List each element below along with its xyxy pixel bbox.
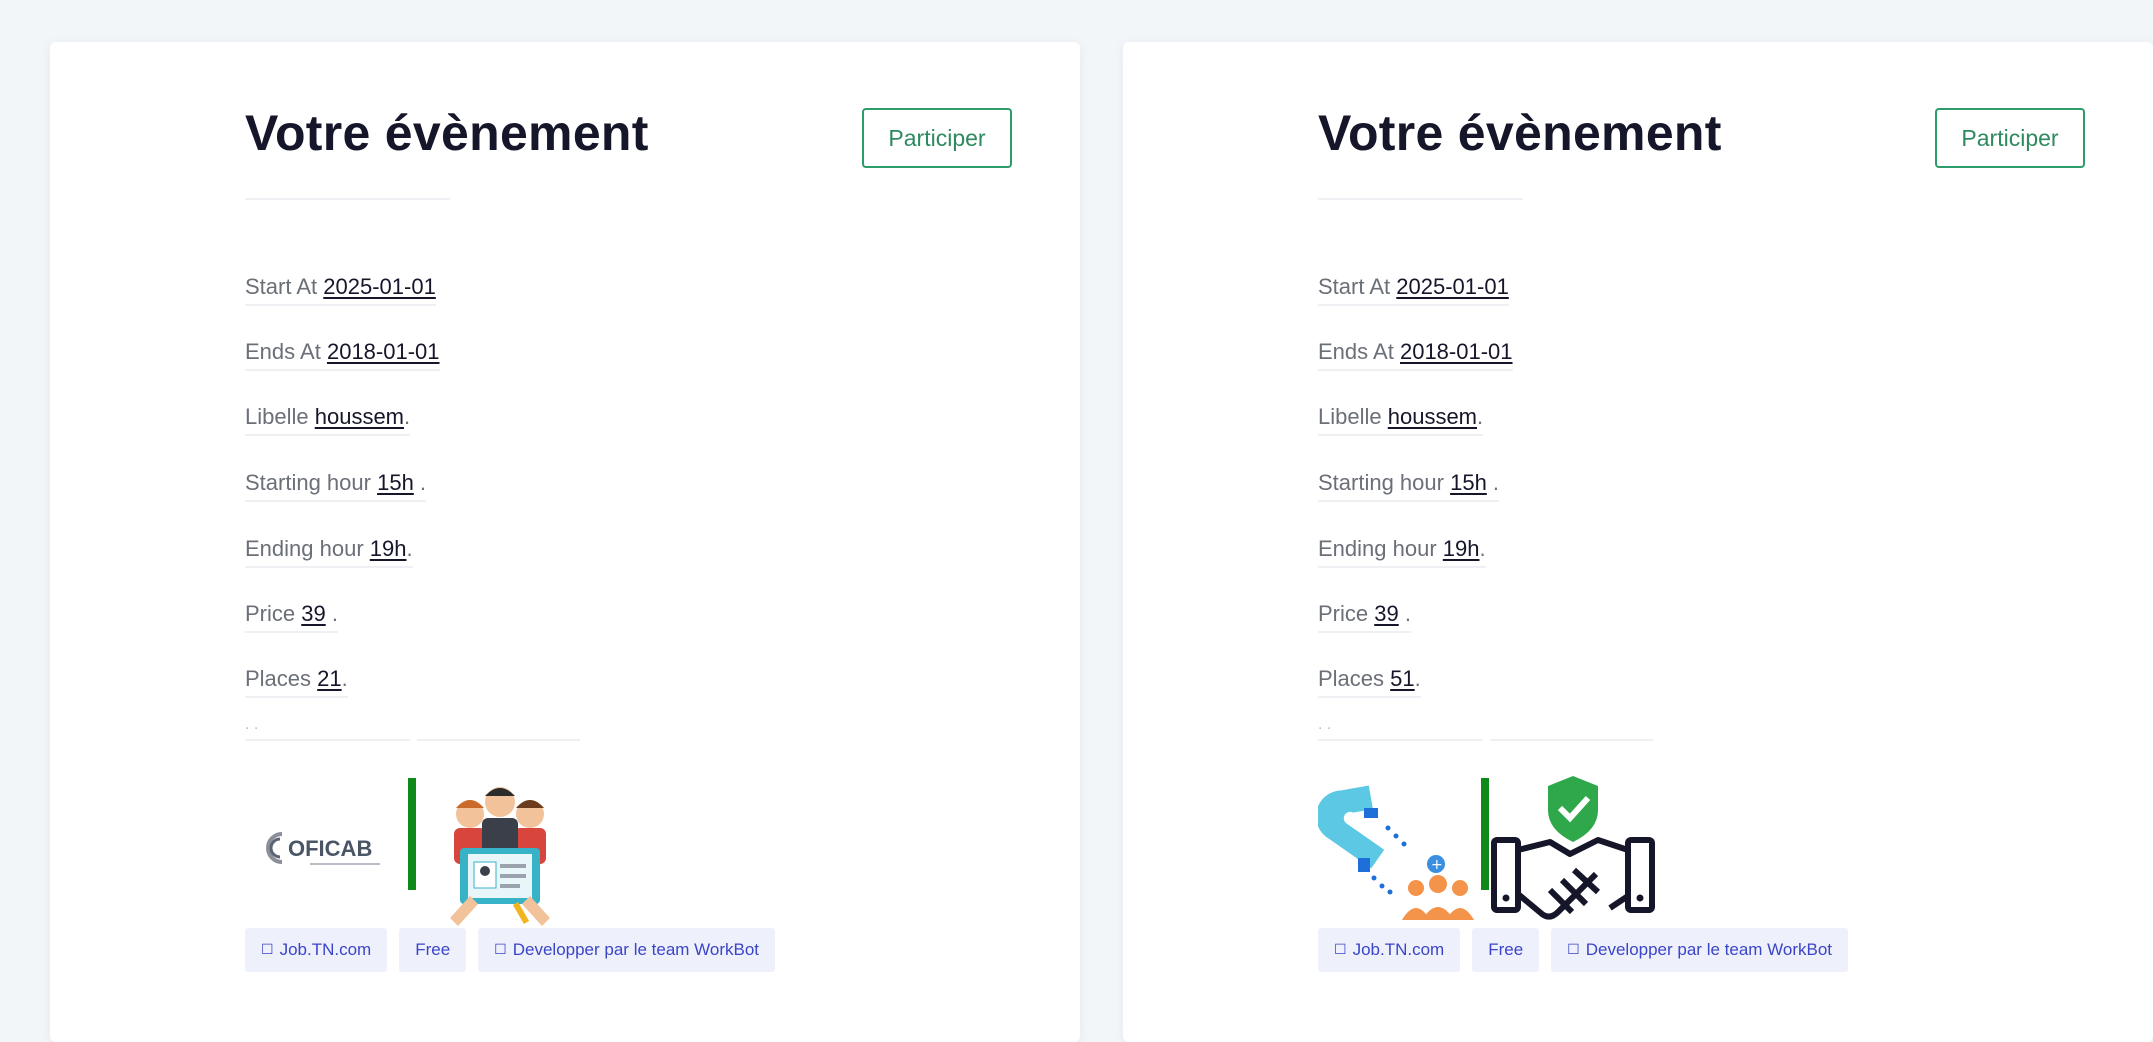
participate-button[interactable]: Participer: [862, 108, 1012, 168]
tag-list: ☐ Job.TN.com Free ☐ Developper par le team…: [245, 928, 776, 972]
ending-hour-value: 19h: [1442, 536, 1480, 561]
separator-line: [1318, 739, 1483, 741]
starting-hour-field: Starting hour 15h .: [245, 470, 427, 502]
tag-job-tn[interactable]: ☐ Job.TN.com: [1318, 928, 1461, 972]
title-divider: [1318, 198, 1523, 200]
square-icon: ☐: [1567, 942, 1580, 958]
ends-at-field: Ends At 2018-01-01: [245, 339, 440, 371]
places-field: Places 51.: [1318, 666, 1421, 698]
separator-dots: . .: [245, 716, 259, 733]
starting-hour-field: Starting hour 15h .: [1318, 470, 1500, 502]
ending-hour-value: 19h: [369, 536, 407, 561]
square-icon: ☐: [261, 942, 274, 958]
places-field: Places 21.: [245, 666, 348, 698]
price-value: 39: [301, 601, 326, 626]
libelle-field: Libelle houssem.: [1318, 404, 1484, 436]
libelle-field: Libelle houssem.: [245, 404, 411, 436]
event-title: Votre évènement: [1318, 105, 1722, 161]
logo-divider-bar: [408, 778, 416, 890]
tag-free[interactable]: Free: [1472, 928, 1540, 972]
start-at-field: Start At 2025-01-01: [245, 274, 436, 306]
starting-hour-value: 15h: [377, 470, 414, 495]
price-field: Price 39 .: [1318, 601, 1411, 633]
tag-job-tn[interactable]: ☐ Job.TN.com: [245, 928, 388, 972]
square-icon: ☐: [1334, 942, 1347, 958]
event-card: Votre évènement Participer Start At 2025…: [50, 42, 1080, 1042]
magnet-attract-people-icon: +: [1318, 785, 1474, 920]
separator-line: [245, 739, 410, 741]
separator-dots: . .: [1318, 716, 1332, 733]
team-recruiting-illustration: [450, 787, 550, 926]
ends-at-value: 2018-01-01: [326, 339, 440, 364]
svg-text:+: +: [1431, 857, 1443, 873]
event-logos: OFICAB: [245, 778, 585, 938]
separator-line: [1490, 739, 1653, 741]
places-value: 51: [1390, 666, 1415, 691]
handshake-shield-icon: [1491, 776, 1655, 920]
ends-at-field: Ends At 2018-01-01: [1318, 339, 1513, 371]
ending-hour-field: Ending hour 19h.: [1318, 536, 1486, 568]
ending-hour-field: Ending hour 19h.: [245, 536, 413, 568]
title-divider: [245, 198, 450, 200]
coficab-logo: OFICAB: [266, 832, 380, 865]
participate-button[interactable]: Participer: [1935, 108, 2085, 168]
libelle-value: houssem: [314, 404, 405, 429]
separator-line: [417, 739, 580, 741]
event-title: Votre évènement: [245, 105, 649, 161]
tag-list: ☐ Job.TN.com Free ☐ Developper par le team…: [1318, 928, 1849, 972]
tag-developer[interactable]: ☐ Developper par le team WorkBot: [478, 928, 776, 972]
tag-developer[interactable]: ☐ Developper par le team WorkBot: [1551, 928, 1849, 972]
event-card: Votre évènement Participer Start At 2025…: [1123, 42, 2153, 1042]
svg-text:OFICAB: OFICAB: [288, 836, 372, 861]
libelle-value: houssem: [1387, 404, 1478, 429]
places-value: 21: [317, 666, 342, 691]
start-at-value: 2025-01-01: [1396, 274, 1509, 299]
starting-hour-value: 15h: [1450, 470, 1487, 495]
price-value: 39: [1374, 601, 1399, 626]
tag-free[interactable]: Free: [399, 928, 467, 972]
ends-at-value: 2018-01-01: [1399, 339, 1513, 364]
square-icon: ☐: [494, 942, 507, 958]
event-logos: +: [1318, 776, 1658, 938]
start-at-field: Start At 2025-01-01: [1318, 274, 1509, 306]
start-at-value: 2025-01-01: [323, 274, 436, 299]
price-field: Price 39 .: [245, 601, 338, 633]
